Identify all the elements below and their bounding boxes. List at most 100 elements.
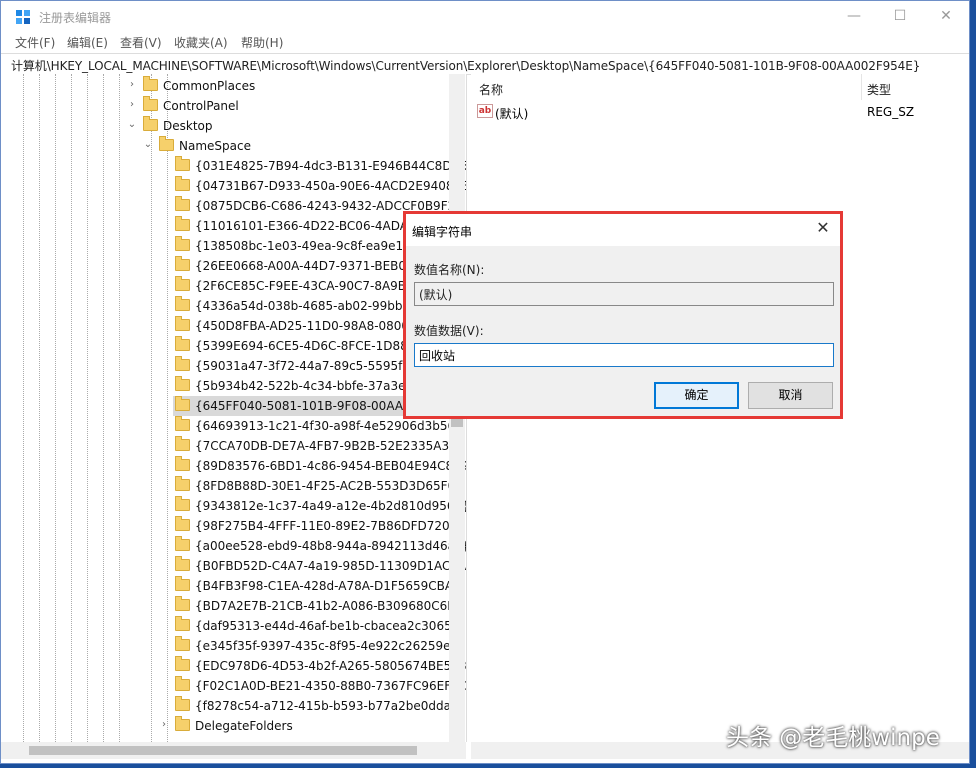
folder-icon <box>159 136 174 151</box>
tree-guide-line <box>151 74 152 742</box>
tree-guide-line <box>71 74 72 742</box>
column-name[interactable]: 名称 <box>479 81 503 98</box>
folder-icon <box>175 656 190 671</box>
folder-icon <box>175 396 190 411</box>
tree-guide-line <box>87 74 88 742</box>
folder-icon <box>175 176 190 191</box>
folder-icon <box>175 456 190 471</box>
list-header: 名称 类型 <box>471 74 969 100</box>
folder-icon <box>175 536 190 551</box>
tree-node-label: {04731B67-D933-450a-90E6-4ACD2E9408FE <box>195 179 467 193</box>
address-bar[interactable]: 计算机\HKEY_LOCAL_MACHINE\SOFTWARE\Microsof… <box>1 53 969 75</box>
list-item[interactable]: ab (默认) REG_SZ <box>471 102 969 122</box>
tree-node[interactable]: {031E4825-7B94-4dc3-B131-E946B44C8DD5 <box>173 156 466 176</box>
menu-bar: 文件(F) 编辑(E) 查看(V) 收藏夹(A) 帮助(H) <box>1 31 969 53</box>
folder-icon <box>175 236 190 251</box>
tree-node[interactable]: {9343812e-1c37-4a49-a12e-4b2d810d956b} <box>173 496 466 516</box>
maximize-button[interactable]: ☐ <box>877 1 923 31</box>
tree-node-label: {F02C1A0D-BE21-4350-88B0-7367FC96EF3C <box>195 679 467 693</box>
tree-node[interactable]: ⌄ Desktop <box>128 116 449 136</box>
menu-edit[interactable]: 编辑(E) <box>67 34 108 51</box>
tree-node[interactable]: {B0FBD52D-C4A7-4a19-985D-11309D1AC8A <box>173 556 466 576</box>
tree-node[interactable]: {B4FB3F98-C1EA-428d-A78A-D1F5659CBA9 <box>173 576 461 596</box>
tree-node-label: {98F275B4-4FFF-11E0-89E2-7B86DFD72085} <box>195 519 467 533</box>
menu-help[interactable]: 帮助(H) <box>241 34 283 51</box>
dialog-title: 编辑字符串 <box>412 225 473 239</box>
tree-node[interactable]: › ControlPanel <box>130 96 449 116</box>
tree-node-label: {11016101-E366-4D22-BC06-4ADA3 <box>195 219 416 233</box>
folder-icon <box>143 116 158 131</box>
tree-node[interactable]: {BD7A2E7B-21CB-41b2-A086-B309680C6B7 <box>173 596 463 616</box>
value-data-input[interactable]: 回收站 <box>414 343 834 367</box>
folder-icon <box>175 156 190 171</box>
folder-icon <box>175 496 190 511</box>
tree-node[interactable]: {a00ee528-ebd9-48b8-944a-8942113d46ac} <box>173 536 466 556</box>
dialog-close-button[interactable]: ✕ <box>812 218 834 237</box>
folder-icon <box>175 276 190 291</box>
menu-file[interactable]: 文件(F) <box>15 34 55 51</box>
tree-guide-line <box>55 74 56 742</box>
folder-icon <box>175 316 190 331</box>
expander-icon[interactable]: ⌄ <box>143 139 153 150</box>
folder-icon <box>175 476 190 491</box>
tree-node[interactable]: {e345f35f-9397-435c-8f95-4e922c26259e} <box>173 636 458 656</box>
tree-node[interactable]: {F02C1A0D-BE21-4350-88B0-7367FC96EF3C <box>173 676 466 696</box>
tree-node[interactable]: {04731B67-D933-450a-90E6-4ACD2E9408FE <box>173 176 466 196</box>
column-separator[interactable] <box>861 74 862 100</box>
tree-guide-line <box>119 74 120 742</box>
menu-favorites[interactable]: 收藏夹(A) <box>174 34 228 51</box>
folder-icon <box>175 416 190 431</box>
ok-button[interactable]: 确定 <box>654 382 739 409</box>
tree-node-label: {4336a54d-038b-4685-ab02-99bb5 <box>195 299 411 313</box>
folder-icon <box>175 516 190 531</box>
folder-icon <box>175 596 190 611</box>
menu-view[interactable]: 查看(V) <box>120 34 162 51</box>
close-button[interactable]: ✕ <box>923 1 969 31</box>
tree-hscroll-thumb[interactable] <box>29 746 417 755</box>
folder-icon <box>175 676 190 691</box>
tree-node[interactable]: {89D83576-6BD1-4c86-9454-BEB04E94C819 <box>173 456 466 476</box>
tree-node[interactable]: {EDC978D6-4D53-4b2f-A265-5805674BE568 <box>173 656 466 676</box>
tree-node[interactable]: ⌄ NameSpace <box>144 136 449 156</box>
column-type[interactable]: 类型 <box>867 81 891 98</box>
value-name-field: (默认) <box>414 282 834 306</box>
tree-pane[interactable]: › CommonPlaces › ControlPanel ⌄ Desktop ⌄ NameS… <box>1 74 467 742</box>
dialog-title-bar: 编辑字符串 ✕ <box>406 214 840 246</box>
expander-icon[interactable]: › <box>127 79 137 90</box>
tree-guide-line <box>167 74 168 742</box>
title-bar: 注册表编辑器 — ☐ ✕ <box>1 1 969 31</box>
tree-node[interactable]: {7CCA70DB-DE7A-4FB7-9B2B-52E2335A3B5 <box>173 436 465 456</box>
tree-node[interactable]: {64693913-1c21-4f30-a98f-4e52906d3b56} <box>173 416 463 436</box>
tree-node[interactable]: › DelegateFolders <box>162 716 449 736</box>
folder-icon <box>175 556 190 571</box>
tree-node-label: Desktop <box>163 119 213 133</box>
tree-guide-line <box>39 74 40 742</box>
tree-guide-line <box>23 74 24 742</box>
minimize-button[interactable]: — <box>831 1 877 31</box>
tree-node[interactable]: {f8278c54-a712-415b-b593-b77a2be0dda9} <box>173 696 466 716</box>
tree-node[interactable]: › CommonPlaces <box>130 76 449 96</box>
expander-icon[interactable]: ⌄ <box>127 119 137 130</box>
tree-node[interactable]: {98F275B4-4FFF-11E0-89E2-7B86DFD72085} <box>173 516 466 536</box>
expander-icon[interactable]: › <box>159 719 169 730</box>
folder-icon <box>175 376 190 391</box>
string-value-icon: ab <box>477 104 493 118</box>
tree-horizontal-scrollbar[interactable] <box>1 742 466 759</box>
tree-node-label: CommonPlaces <box>163 79 256 93</box>
cancel-button[interactable]: 取消 <box>748 382 833 409</box>
tree-node-label: NameSpace <box>179 139 251 153</box>
tree-node[interactable]: {daf95313-e44d-46af-be1b-cbacea2c3065} <box>173 616 459 636</box>
expander-icon[interactable]: › <box>127 99 137 110</box>
tree-node-label: DelegateFolders <box>195 719 293 733</box>
folder-icon <box>175 216 190 231</box>
tree-node-label: {8FD8B88D-30E1-4F25-AC2B-553D3D65F0E <box>195 479 463 493</box>
folder-icon <box>175 716 190 731</box>
tree-node[interactable]: {8FD8B88D-30E1-4F25-AC2B-553D3D65F0E <box>173 476 463 496</box>
value-name-label: 数值名称(N): <box>414 263 485 277</box>
folder-icon <box>175 696 190 711</box>
tree-guide-line <box>103 74 104 742</box>
window-title: 注册表编辑器 <box>39 11 112 25</box>
tree-node-label: {138508bc-1e03-49ea-9c8f-ea9e1d <box>195 239 411 253</box>
value-type: REG_SZ <box>867 105 915 119</box>
folder-icon <box>143 96 158 111</box>
